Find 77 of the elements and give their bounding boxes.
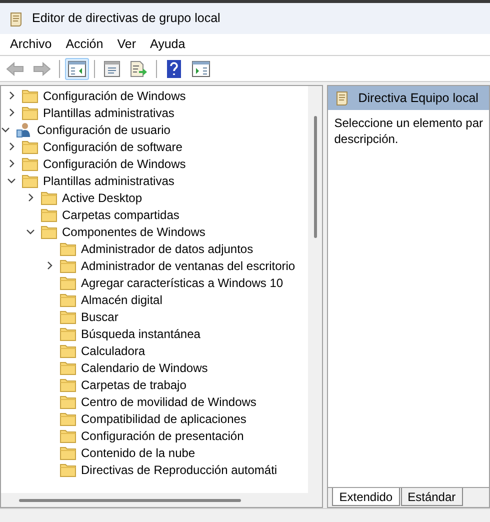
tree-item[interactable]: Compatibilidad de aplicaciones [80, 410, 248, 428]
tree-item[interactable]: Administrador de datos adjuntos [80, 240, 254, 258]
horizontal-scrollbar[interactable] [1, 493, 322, 507]
header-title: Directiva Equipo local [358, 90, 478, 107]
tree-item[interactable]: Calendario de Windows [80, 358, 209, 376]
tree-item[interactable]: Plantillas administrativas [42, 172, 176, 190]
tree-item[interactable]: Agregar características a Windows 10 [80, 274, 284, 292]
tree-item[interactable]: Active Desktop [61, 188, 144, 206]
tree-toolbar-button[interactable] [65, 58, 89, 80]
tree-item[interactable]: Carpetas de trabajo [80, 376, 188, 394]
user-icon [16, 122, 32, 138]
folder-icon [60, 276, 76, 290]
folder-icon [60, 462, 76, 476]
window-title: Editor de directivas de grupo local [32, 10, 220, 28]
vertical-scrollbar[interactable] [308, 86, 322, 493]
tree-item[interactable]: Configuración de software [42, 138, 184, 156]
forward-arrow-icon [33, 62, 51, 76]
folder-icon [41, 190, 57, 204]
folder-icon [60, 242, 76, 256]
folder-icon [60, 310, 76, 324]
tree-item[interactable]: Directivas de Reproducción automáti [80, 460, 278, 478]
folder-icon [22, 106, 38, 120]
action-pane-icon [192, 60, 210, 76]
tree-item[interactable]: Buscar [80, 308, 120, 326]
collapse-chevron-icon[interactable] [1, 125, 10, 134]
tree-item[interactable]: Configuración de presentación [80, 426, 245, 444]
console-tree-icon [68, 60, 86, 76]
folder-icon [41, 224, 57, 238]
tree-item[interactable]: Componentes de Windows [61, 222, 206, 240]
expand-chevron-icon[interactable] [7, 91, 16, 100]
collapse-chevron-icon[interactable] [7, 176, 16, 185]
folder-icon [60, 258, 76, 272]
tree-item[interactable]: Configuración de usuario [36, 120, 172, 138]
view-tab[interactable]: Extendido [332, 488, 400, 506]
tree-item[interactable]: Búsqueda instantánea [80, 324, 202, 342]
folder-icon [60, 428, 76, 442]
tree-item[interactable]: Centro de movilidad de Windows [80, 392, 258, 410]
app-icon [8, 10, 24, 26]
expand-chevron-icon[interactable] [26, 193, 35, 202]
folder-icon [60, 344, 76, 358]
tree-item[interactable]: Carpetas compartidas [61, 206, 180, 224]
export-list-icon [130, 60, 148, 76]
menu-item[interactable]: Ayuda [144, 35, 192, 54]
folder-icon [60, 412, 76, 426]
tree-item[interactable]: Calculadora [80, 342, 146, 360]
properties-icon [104, 60, 120, 76]
folder-icon [60, 378, 76, 392]
tree-item[interactable]: Configuración de Windows [42, 86, 187, 104]
folder-icon [22, 156, 38, 170]
menu-item[interactable]: Ver [111, 35, 142, 54]
description-text: Seleccione un elemento par [334, 115, 483, 131]
tree-item[interactable]: Contenido de la nube [80, 444, 196, 462]
expand-chevron-icon[interactable] [7, 159, 16, 168]
folder-icon [41, 208, 57, 222]
help-icon [167, 60, 181, 78]
folder-icon [22, 88, 38, 102]
expand-chevron-icon[interactable] [7, 142, 16, 151]
folder-icon [60, 360, 76, 374]
expand-chevron-icon[interactable] [7, 108, 16, 117]
description-text: descripción. [334, 131, 400, 147]
folder-icon [60, 446, 76, 460]
tree-item[interactable]: Plantillas administrativas [42, 104, 176, 122]
menu-item[interactable]: Acción [60, 35, 110, 54]
folder-icon [60, 326, 76, 340]
tree-item[interactable]: Administrador de ventanas del escritorio [80, 256, 296, 274]
back-arrow-icon [6, 62, 24, 76]
tree-item[interactable]: Configuración de Windows [42, 154, 187, 172]
folder-icon [60, 292, 76, 306]
folder-icon [22, 140, 38, 154]
policy-icon [334, 90, 350, 106]
tree-item[interactable]: Almacén digital [80, 290, 164, 308]
menu-item[interactable]: Archivo [4, 35, 58, 54]
collapse-chevron-icon[interactable] [26, 227, 35, 236]
folder-icon [60, 394, 76, 408]
expand-chevron-icon[interactable] [45, 261, 54, 270]
folder-icon [22, 174, 38, 188]
view-tab[interactable]: Estándar [400, 488, 463, 506]
